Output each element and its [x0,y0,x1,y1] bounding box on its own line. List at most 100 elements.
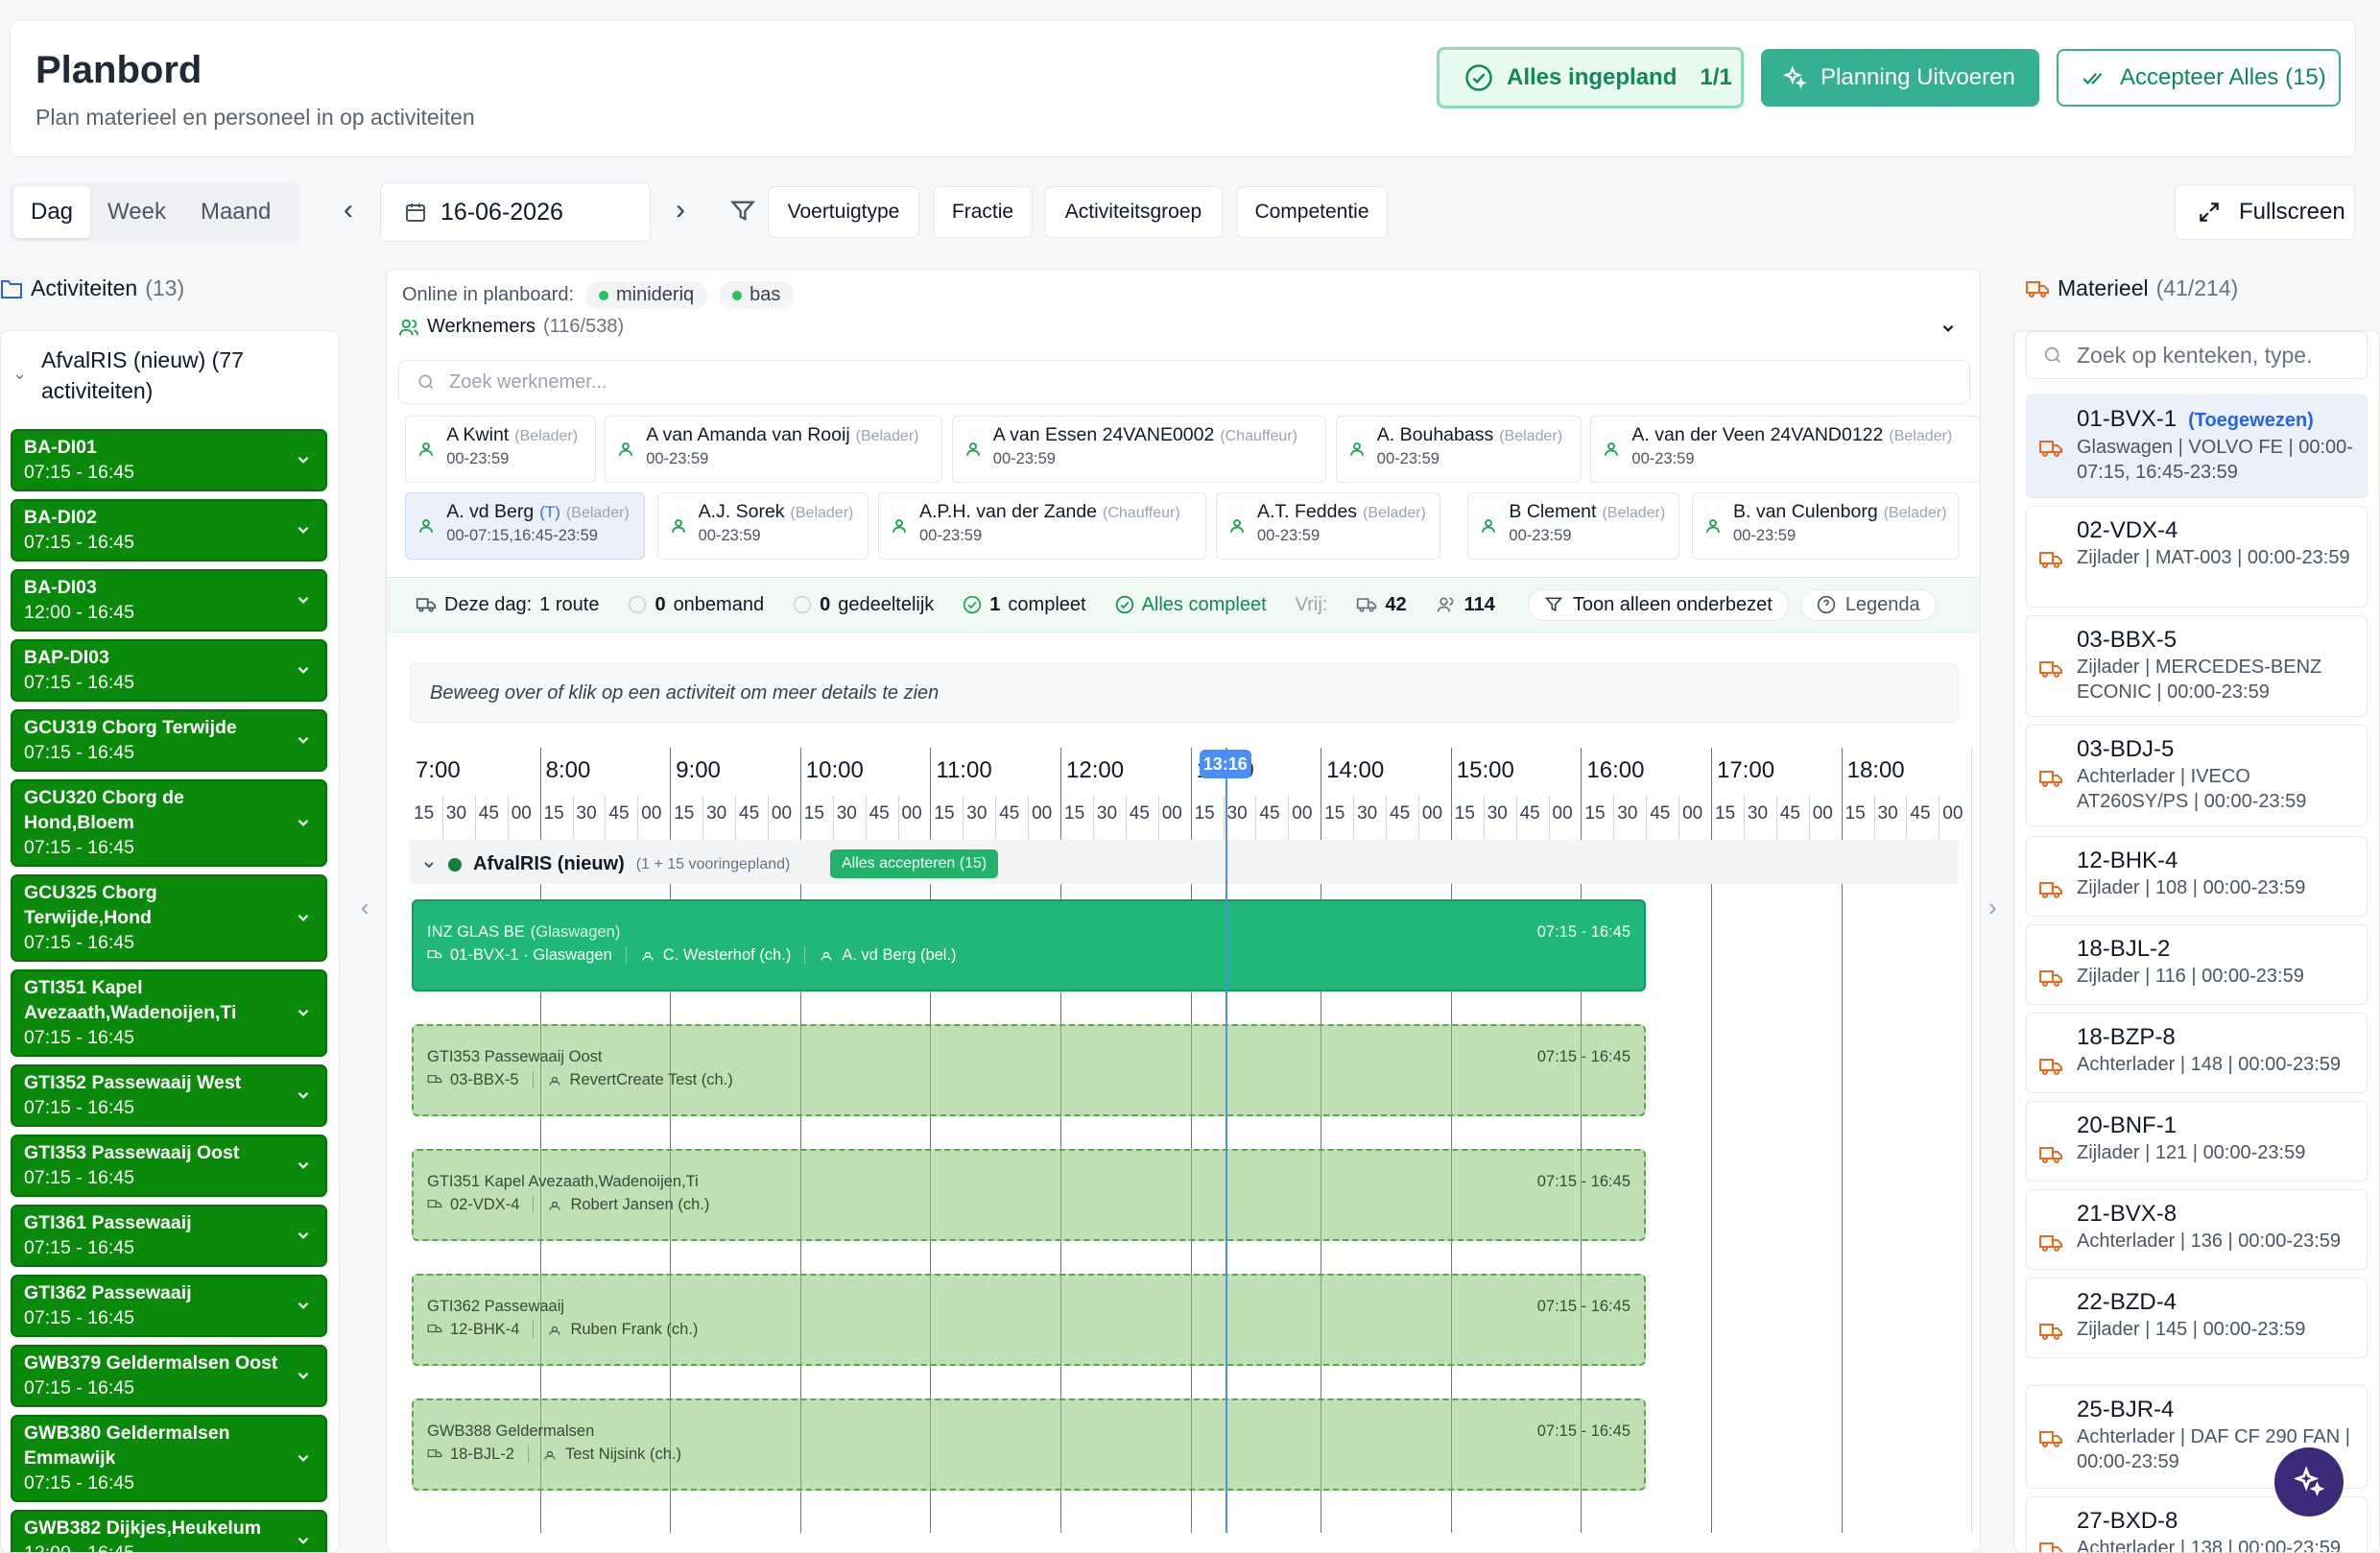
worker-card[interactable]: A van Amanda van Rooij (Belader) 00-23:59 [605,416,943,483]
material-card[interactable]: 12-BHK-4 Zijlader | 108 | 00:00-23:59 [2026,836,2368,917]
chevron-down-icon[interactable] [295,451,312,468]
assigned-driver: Ruben Frank (ch.) [570,1321,699,1338]
material-card[interactable]: 18-BZP-8 Achterlader | 148 | 00:00-23:59 [2026,1013,2368,1093]
worker-card[interactable]: A Kwint (Belader) 00-23:59 [405,416,596,483]
date-picker[interactable]: 16-06-2026 [380,182,651,242]
filter-fraction[interactable]: Fractie [933,186,1033,238]
quarter-label: 00 [641,803,662,824]
activity-item[interactable]: GTI362 Passewaaij 07:15 - 16:45 [11,1275,327,1337]
material-card[interactable]: 03-BBX-5 Zijlader | MERCEDES-BENZ ECONIC … [2026,615,2368,717]
quarter-label: 15 [1584,803,1606,824]
material-card[interactable]: 03-BDJ-5 Achterlader | IVECO AT260SY/PS |… [2026,725,2368,826]
show-understaffed-button[interactable]: Toon alleen onderbezet [1527,588,1789,621]
view-day-tab[interactable]: Dag [13,186,91,238]
filter-icon[interactable] [729,198,756,225]
accept-all-group-button[interactable]: Alles accepteren (15) [830,849,999,878]
chevron-down-icon[interactable] [295,1367,312,1384]
worker-card[interactable]: A. Bouhabass (Belader) 00-23:59 [1335,416,1582,483]
worker-card[interactable]: A.P.H. van der Zande (Chauffeur) 00-23:59 [878,492,1207,560]
activity-item[interactable]: GTI352 Passewaaij West 07:15 - 16:45 [11,1064,327,1127]
activity-item[interactable]: GWB382 Dijkjes,Heukelum 12:00 - 16:45 [11,1510,327,1552]
activity-bar[interactable]: GTI351 Kapel Avezaath,Wadenoijen,Ti 07:15… [412,1149,1646,1241]
activity-item[interactable]: BA-DI02 07:15 - 16:45 [11,499,327,561]
accept-all-button[interactable]: Accepteer Alles (15) [2057,49,2341,107]
previous-day-button[interactable]: ‹ [334,196,363,228]
view-week-tab[interactable]: Week [90,186,183,238]
activity-bar-time: 07:15 - 16:45 [1536,923,1630,941]
activity-bar[interactable]: INZ GLAS BE (Glaswagen) 07:15 - 16:45 01-BV… [412,899,1646,992]
worker-card[interactable]: A. van der Veen 24VAND0122 (Belader) 00-23… [1590,416,1980,483]
view-month-tab[interactable]: Maand [183,186,288,238]
activity-group-header[interactable]: AfvalRIS (nieuw) (77 activiteiten) [41,345,329,406]
chevron-down-icon[interactable] [295,521,312,538]
activity-item[interactable]: BA-DI03 12:00 - 16:45 [11,569,327,632]
chevron-down-icon[interactable] [295,1157,312,1174]
material-card[interactable]: 02-VDX-4 Zijlader | MAT-003 | 00:00-23:59 [2026,506,2368,608]
chevron-down-icon[interactable] [295,1227,312,1244]
chevron-down-icon[interactable] [295,1297,312,1314]
chevron-down-icon[interactable] [1940,320,1957,337]
activity-item[interactable]: GWB380 Geldermalsen Emmawijk 07:15 - 16:4… [11,1415,327,1502]
worker-card[interactable]: B Clement (Belader) 00-23:59 [1467,492,1680,560]
worker-availability: 00-23:59 [1376,450,1440,467]
activity-bar[interactable]: GWB388 Geldermalsen 07:15 - 16:45 18-BJL-2… [412,1398,1646,1491]
activity-item[interactable]: BA-DI01 07:15 - 16:45 [11,429,327,491]
truck-icon [427,950,442,959]
chevron-down-icon[interactable] [295,909,312,926]
material-search-input[interactable]: Zoek op kenteken, type. [2026,331,2368,379]
activities-panel: ⌄ AfvalRIS (nieuw) (77 activiteiten) BA-… [0,330,340,1553]
material-card[interactable]: 22-BZD-4 Zijlader | 145 | 00:00-23:59 [2026,1278,2368,1358]
worker-card[interactable]: A. vd Berg (T) (Belader) 00-07:15,16:45-23:… [405,492,645,560]
activity-item[interactable]: GCU319 Cborg Terwijde 07:15 - 16:45 [11,709,327,772]
scroll-left-arrow[interactable]: ‹ [361,893,369,922]
worker-name: A Kwint [446,424,510,445]
next-day-button[interactable]: › [666,196,695,228]
chevron-down-icon[interactable]: ⌄ [12,364,27,384]
filter-vehicle-type[interactable]: Voertuigtype [768,186,919,238]
activity-item[interactable]: GTI351 Kapel Avezaath,Wadenoijen,Ti 07:15… [11,969,327,1057]
chevron-down-icon[interactable] [295,731,312,749]
person-icon [821,951,832,961]
chevron-down-icon[interactable] [295,1087,312,1104]
activity-item[interactable]: GTI353 Passewaaij Oost 07:15 - 16:45 [11,1135,327,1197]
chevron-down-icon[interactable] [295,814,312,831]
chevron-down-icon[interactable] [295,1449,312,1467]
activity-item[interactable]: GWB379 Geldermalsen Oost 07:15 - 16:45 [11,1345,327,1407]
chevron-down-icon[interactable] [295,1004,312,1021]
activity-item[interactable]: BAP-DI03 07:15 - 16:45 [11,639,327,702]
search-icon [418,374,434,390]
material-card[interactable]: 18-BJL-2 Zijlader | 116 | 00:00-23:59 [2026,924,2368,1005]
material-card[interactable]: 20-BNF-1 Zijlader | 121 | 00:00-23:59 [2026,1101,2368,1182]
chevron-down-icon[interactable] [295,661,312,679]
activity-item[interactable]: GTI361 Passewaaij 07:15 - 16:45 [11,1205,327,1267]
activity-bar[interactable]: GTI353 Passewaaij Oost 07:15 - 16:45 03-BB… [412,1024,1646,1116]
chevron-down-icon[interactable] [295,1532,312,1549]
worker-search-input[interactable]: Zoek werknemer... [398,360,1970,404]
fullscreen-button[interactable]: Fullscreen [2175,184,2355,240]
filter-activity-group[interactable]: Activiteitsgroep [1044,186,1223,238]
ai-assistant-button[interactable] [2274,1447,2344,1517]
legend-button[interactable]: Legenda [1799,588,1937,621]
material-card[interactable]: 01-BVX-1 (Toegewezen) Glaswagen | VOLVO FE… [2026,394,2368,498]
worker-card[interactable]: A.J. Sorek (Belader) 00-23:59 [656,492,869,560]
material-description: Glaswagen | VOLVO FE | 00:00-07:15, 16:4… [2077,437,2353,483]
scroll-right-arrow[interactable]: › [1988,893,1997,922]
worker-tag: (T) [539,503,560,521]
workers-header[interactable]: Werknemers (116/538) [398,316,624,338]
worker-card[interactable]: B. van Culenborg (Belader) 00-23:59 [1692,492,1960,560]
filter-competence[interactable]: Competentie [1236,186,1388,238]
material-card[interactable]: 21-BVX-8 Achterlader | 136 | 00:00-23:59 [2026,1189,2368,1270]
group-status-dot [448,857,462,872]
worker-card[interactable]: A.T. Feddes (Belader) 00-23:59 [1216,492,1440,560]
route-group-label[interactable]: AfvalRIS (nieuw) (1 + 15 vooringepland) [421,853,790,875]
run-planning-button[interactable]: Planning Uitvoeren [1761,49,2039,107]
chevron-down-icon[interactable] [295,591,312,609]
activity-item[interactable]: GCU320 Cborg de Hond,Bloem 07:15 - 16:45 [11,779,327,867]
hour-label: 11:00 [936,757,992,783]
activity-item[interactable]: GCU325 Cborg Terwijde,Hond 07:15 - 16:45 [11,874,327,962]
all-planned-button[interactable]: Alles ingepland 1/1 [1437,47,1744,108]
worker-role: (Belader) [1889,428,1953,444]
quarter-label: 45 [1519,803,1540,824]
activity-bar[interactable]: GTI362 Passewaaij 07:15 - 16:45 12-BHK-4 Ru… [412,1274,1646,1366]
worker-card[interactable]: A van Essen 24VANE0002 (Chauffeur) 00-23:5… [951,416,1327,483]
